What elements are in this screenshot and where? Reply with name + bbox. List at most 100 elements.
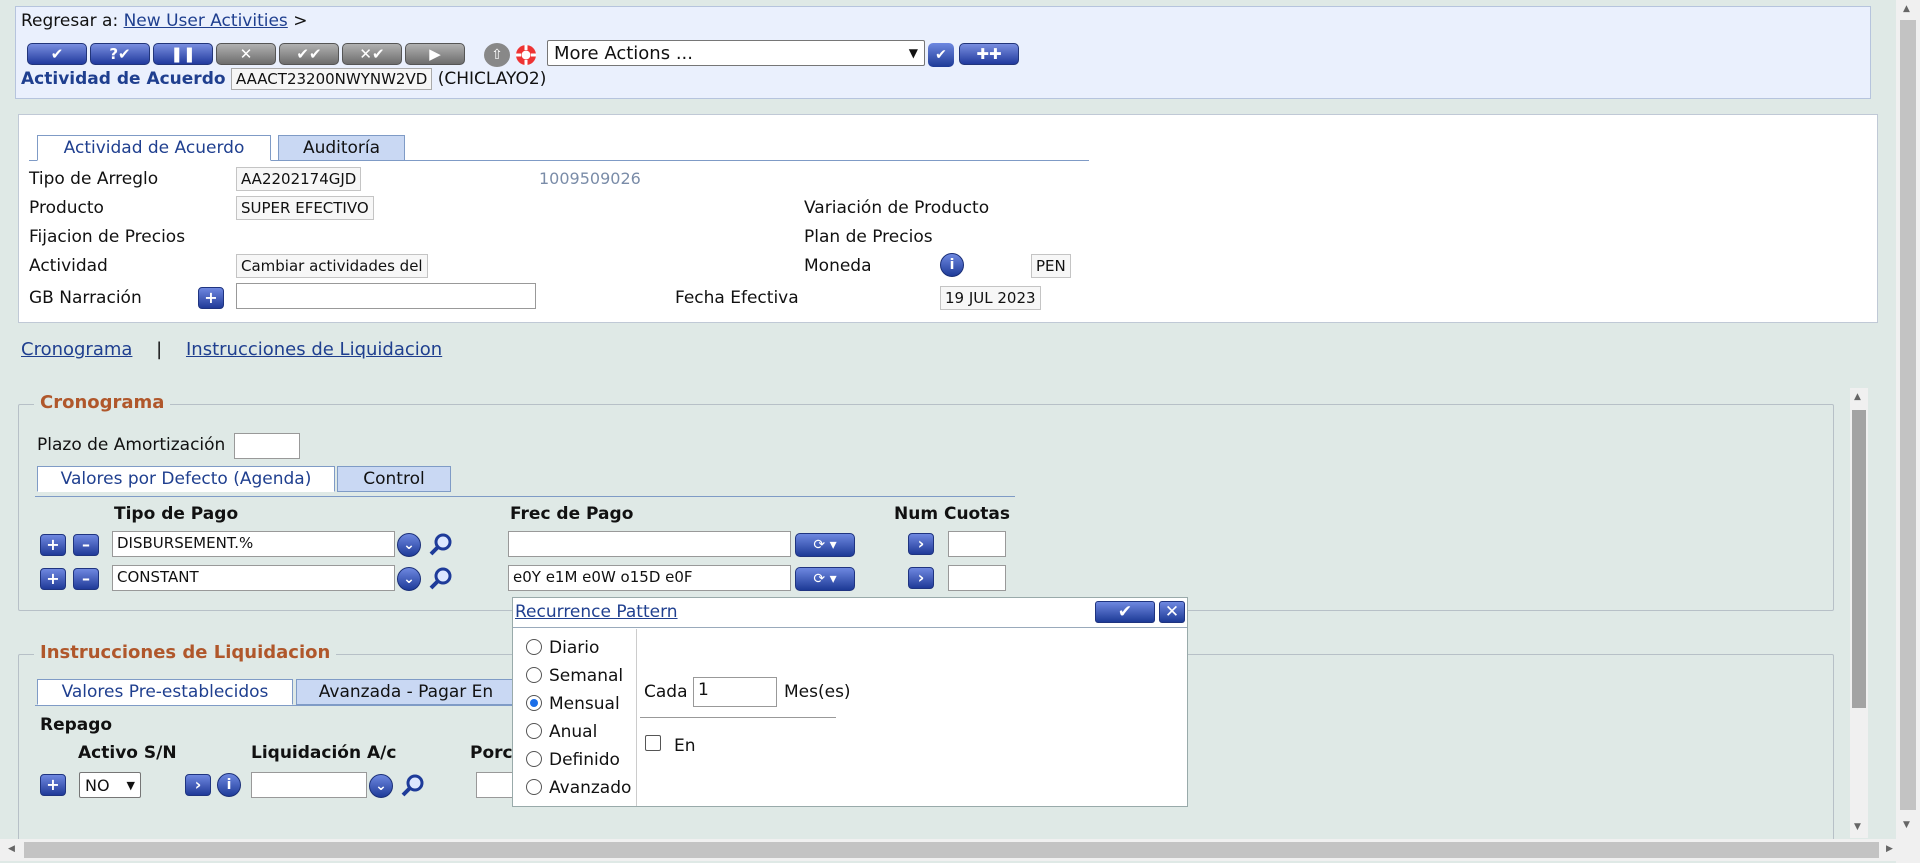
plus-icon: + bbox=[46, 535, 60, 554]
tab-control[interactable]: Control bbox=[337, 466, 451, 492]
lifebuoy-icon bbox=[516, 45, 536, 65]
liquidacion-ac-input[interactable] bbox=[251, 772, 367, 798]
magnifier-icon bbox=[401, 774, 424, 797]
row2-search-button[interactable] bbox=[427, 565, 455, 591]
row2-add-button[interactable]: + bbox=[40, 568, 66, 590]
row1-frec-input[interactable] bbox=[508, 531, 791, 557]
chevron-down-icon: ⌄ bbox=[403, 571, 415, 587]
plazo-label: Plazo de Amortización bbox=[37, 435, 226, 455]
tab-auditoria[interactable]: Auditoría bbox=[278, 135, 405, 161]
popup-ok-button[interactable]: ✔ bbox=[1095, 601, 1155, 623]
repago-next-button[interactable]: › bbox=[185, 774, 211, 796]
check-icon: ✔ bbox=[50, 45, 64, 63]
liq-dropdown-button[interactable]: ⌄ bbox=[369, 774, 393, 798]
chevron-down-icon: ⌄ bbox=[375, 778, 387, 794]
commit-button[interactable]: ✔ bbox=[27, 43, 87, 65]
row1-remove-button[interactable]: – bbox=[73, 534, 99, 556]
popup-close-button[interactable]: ✕ bbox=[1159, 601, 1185, 623]
row1-tipo-input[interactable]: DISBURSEMENT.% bbox=[112, 531, 395, 557]
breadcrumb: Regresar a: New User Activities > bbox=[21, 11, 307, 31]
row1-add-button[interactable]: + bbox=[40, 534, 66, 556]
window-vertical-scrollbar[interactable]: ▲ ▼ bbox=[1896, 0, 1920, 863]
row2-num-input[interactable] bbox=[948, 565, 1006, 591]
close-icon: ✕ bbox=[1164, 602, 1180, 622]
more-actions-select[interactable]: More Actions ... ▼ bbox=[547, 40, 925, 66]
horizontal-scrollbar[interactable]: ◀ ▶ bbox=[0, 839, 1906, 861]
liq-search-button[interactable] bbox=[399, 772, 427, 798]
tab-valores-defecto[interactable]: Valores por Defecto (Agenda) bbox=[37, 466, 335, 492]
validate-button[interactable]: ?✔ bbox=[90, 43, 150, 65]
section-links: Cronograma | Instrucciones de Liquidacio… bbox=[21, 339, 442, 360]
row2-tipo-input[interactable]: CONSTANT bbox=[112, 565, 395, 591]
window-scroll-down-icon: ▼ bbox=[1903, 820, 1910, 830]
radio-anual[interactable] bbox=[526, 723, 542, 739]
label-semanal: Semanal bbox=[549, 666, 624, 686]
window-scroll-thumb[interactable] bbox=[1900, 20, 1916, 810]
reverse-button[interactable]: ✕✔ bbox=[342, 43, 402, 65]
repago-add-button[interactable]: + bbox=[40, 774, 66, 796]
repago-label: Repago bbox=[40, 715, 113, 735]
actividad-value: Cambiar actividades del bbox=[236, 254, 428, 278]
link-instrucciones[interactable]: Instrucciones de Liquidacion bbox=[186, 339, 442, 360]
radio-semanal[interactable] bbox=[526, 667, 542, 683]
row2-recurrence-button[interactable]: ⟳ ▾ bbox=[795, 567, 855, 591]
moneda-value: PEN bbox=[1031, 254, 1071, 278]
row2-next-button[interactable]: › bbox=[908, 567, 934, 589]
row2-dropdown-button[interactable]: ⌄ bbox=[397, 567, 421, 591]
radio-definido[interactable] bbox=[526, 751, 542, 767]
col-tipo-pago: Tipo de Pago bbox=[114, 504, 239, 524]
activo-select[interactable]: NO ▼ bbox=[79, 772, 141, 798]
en-checkbox[interactable] bbox=[645, 735, 661, 751]
horizontal-scroll-thumb[interactable] bbox=[24, 842, 1879, 858]
row1-recurrence-button[interactable]: ⟳ ▾ bbox=[795, 533, 855, 557]
narracion-add-button[interactable]: + bbox=[198, 287, 224, 309]
liquidacion-ac-label: Liquidación A/c bbox=[251, 743, 397, 763]
radio-diario[interactable] bbox=[526, 639, 542, 655]
check-icon: ✔ bbox=[935, 47, 947, 63]
porc-input[interactable] bbox=[476, 772, 516, 798]
inner-scroll-thumb[interactable] bbox=[1852, 410, 1866, 708]
hold-button[interactable]: ❚❚ bbox=[153, 43, 213, 65]
cada-input[interactable]: 1 bbox=[693, 677, 777, 707]
authorise-button[interactable]: ✔✔ bbox=[279, 43, 339, 65]
row1-next-button[interactable]: › bbox=[908, 533, 934, 555]
col-frec-pago: Frec de Pago bbox=[510, 504, 634, 524]
narracion-input[interactable] bbox=[236, 283, 536, 309]
upload-button[interactable]: ⇧ bbox=[484, 43, 510, 67]
row2-frec-input[interactable]: e0Y e1M e0W o15D e0F bbox=[508, 565, 791, 591]
recurrence-icon: ⟳ ▾ bbox=[813, 571, 837, 587]
scroll-right-icon: ▶ bbox=[1886, 844, 1893, 854]
form-panel: Actividad de Acuerdo Auditoría Tipo de A… bbox=[18, 114, 1878, 323]
back-link[interactable]: New User Activities bbox=[124, 11, 288, 31]
popup-title[interactable]: Recurrence Pattern bbox=[515, 602, 678, 622]
row1-num-input[interactable] bbox=[948, 531, 1006, 557]
chevron-right-icon: › bbox=[917, 568, 925, 587]
scroll-down-icon: ▼ bbox=[1854, 822, 1861, 832]
radio-mensual[interactable] bbox=[526, 695, 542, 711]
link-cronograma[interactable]: Cronograma bbox=[21, 339, 132, 360]
info-icon: i bbox=[226, 777, 232, 793]
plus-icon: + bbox=[46, 775, 60, 794]
new-deal-button[interactable]: ✚✚ bbox=[959, 43, 1019, 65]
inner-vertical-scrollbar[interactable]: ▲ ▼ bbox=[1850, 388, 1868, 838]
repago-info-button[interactable]: i bbox=[217, 773, 241, 797]
row1-search-button[interactable] bbox=[427, 531, 455, 557]
activity-id: AAACT23200NWYNW2VD bbox=[230, 68, 433, 90]
tab-actividad[interactable]: Actividad de Acuerdo bbox=[37, 135, 271, 161]
go-action-button[interactable]: ✔ bbox=[928, 43, 954, 67]
delete-button[interactable]: ✕ bbox=[216, 43, 276, 65]
next-button[interactable]: ▶ bbox=[405, 43, 465, 65]
radio-avanzado[interactable] bbox=[526, 779, 542, 795]
row1-dropdown-button[interactable]: ⌄ bbox=[397, 533, 421, 557]
more-actions-value: More Actions ... bbox=[554, 42, 693, 64]
plazo-input[interactable] bbox=[234, 433, 300, 459]
moneda-info-button[interactable]: i bbox=[940, 253, 964, 277]
check-icon: ✔ bbox=[1117, 602, 1133, 622]
row2-remove-button[interactable]: – bbox=[73, 568, 99, 590]
tab-valores-pre[interactable]: Valores Pre-establecidos bbox=[37, 679, 293, 705]
tab-avanzada[interactable]: Avanzada - Pagar En bbox=[296, 679, 516, 705]
fecha-value: 19 JUL 2023 bbox=[940, 286, 1041, 310]
en-label: En bbox=[674, 736, 696, 756]
help-button[interactable] bbox=[513, 43, 539, 67]
cada-label: Cada bbox=[644, 682, 688, 702]
